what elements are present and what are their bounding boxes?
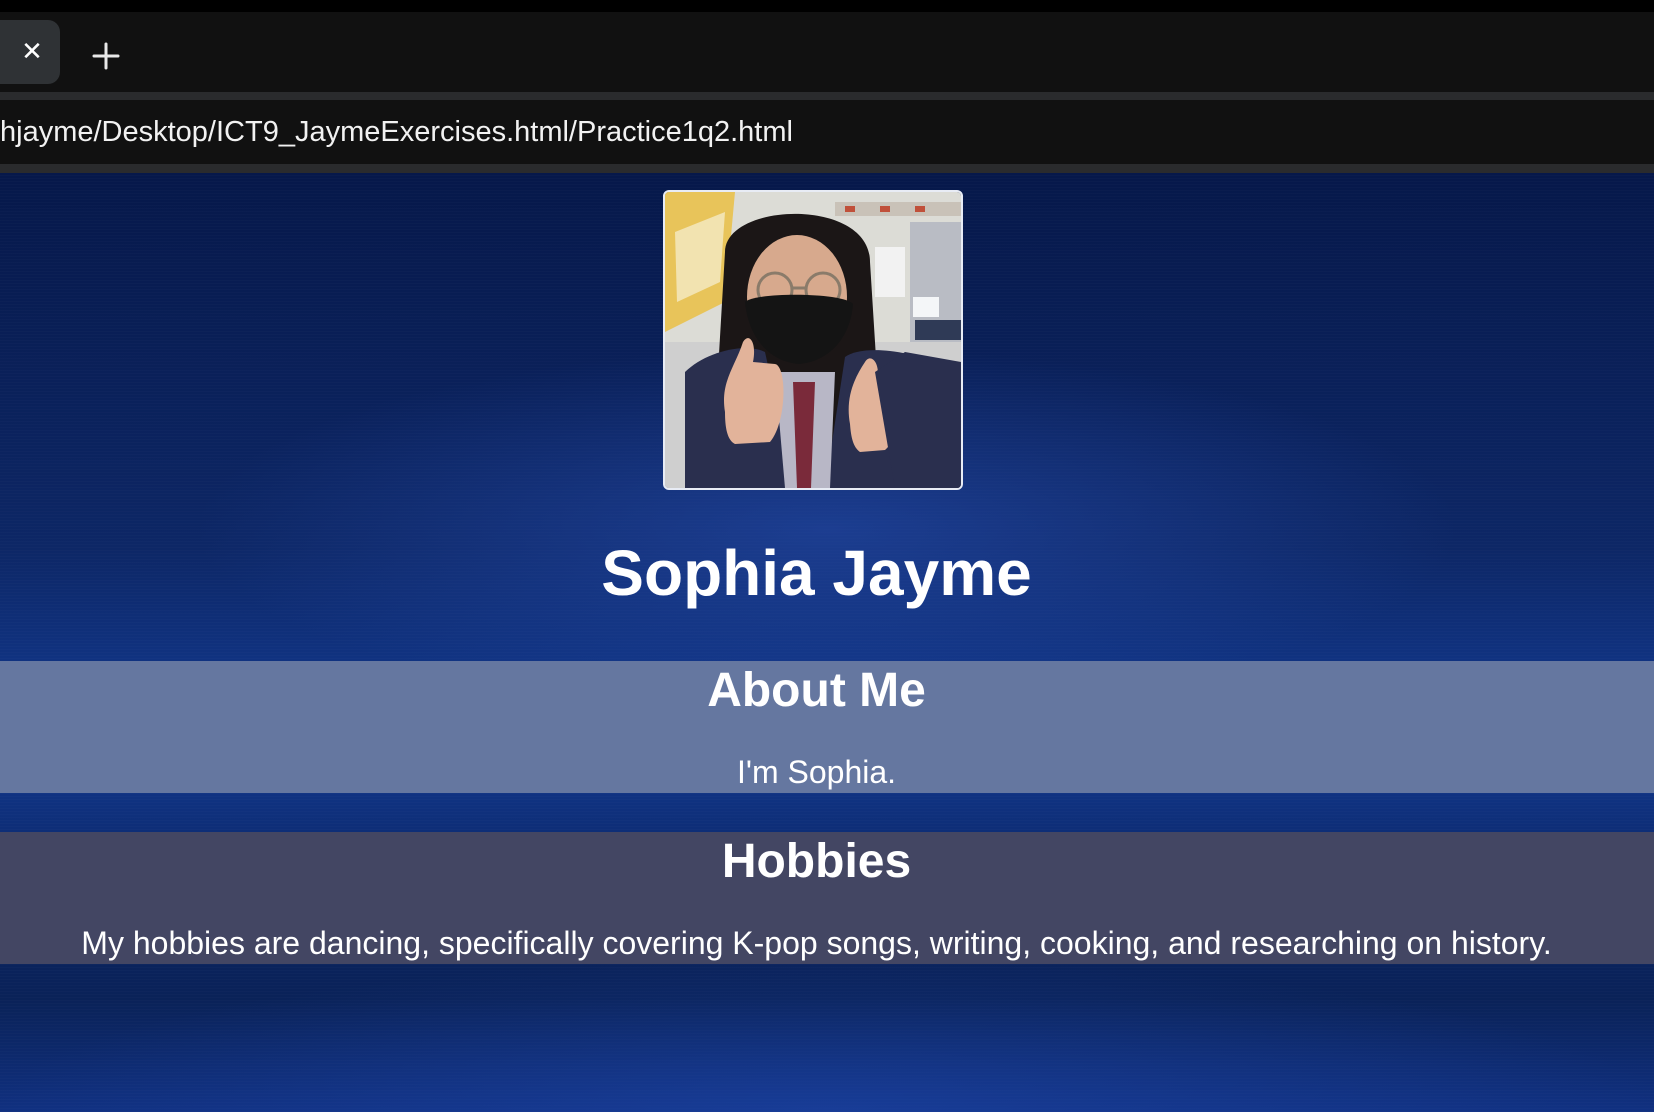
address-bar[interactable]: hjayme/Desktop/ICT9_JaymeExercises.html/…	[0, 100, 1654, 164]
window-top-edge	[0, 0, 1654, 12]
tab-strip: ✕	[0, 12, 1654, 92]
hobbies-section: Hobbies My hobbies are dancing, specific…	[0, 832, 1654, 964]
profile-photo-image	[665, 192, 961, 488]
page-title: Sophia Jayme	[601, 537, 1032, 609]
plus-icon	[92, 42, 120, 70]
toolbar-separator	[0, 92, 1654, 100]
address-url[interactable]: hjayme/Desktop/ICT9_JaymeExercises.html/…	[0, 114, 793, 150]
profile-photo	[663, 190, 963, 490]
about-me-heading: About Me	[707, 664, 926, 717]
toolbar-bottom-edge	[0, 164, 1654, 173]
browser-tab[interactable]: ✕	[0, 20, 60, 84]
about-me-text: I'm Sophia.	[736, 754, 897, 790]
hobbies-text: My hobbies are dancing, specifically cov…	[81, 925, 1552, 961]
close-tab-icon[interactable]: ✕	[14, 34, 50, 70]
about-me-section: About Me I'm Sophia.	[0, 661, 1654, 793]
hobbies-heading: Hobbies	[721, 835, 912, 888]
web-page: Sophia Jayme About Me I'm Sophia. Hobbie…	[0, 173, 1654, 1112]
new-tab-button[interactable]	[84, 34, 128, 78]
